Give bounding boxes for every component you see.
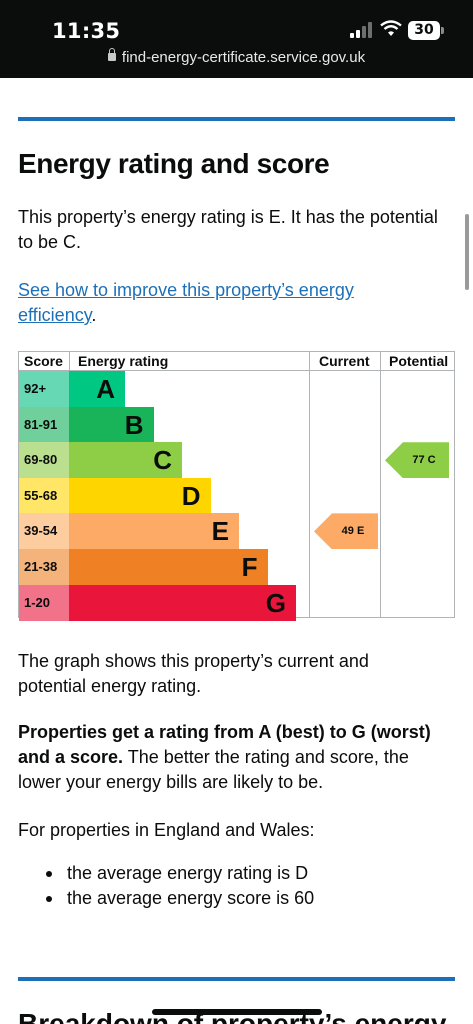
rating-letter: E	[211, 516, 229, 547]
rating-letter: G	[265, 587, 286, 618]
graph-description: The graph shows this property’s current …	[18, 651, 369, 696]
scrollbar[interactable]	[465, 214, 469, 290]
cellular-signal-icon	[350, 22, 372, 38]
rating-letter: C	[153, 445, 172, 476]
list-item: the average energy score is 60	[18, 886, 314, 911]
rating-band-e: E	[69, 513, 239, 550]
intro-paragraph: This property’s energy rating is E. It h…	[18, 207, 438, 252]
rating-band-d: D	[69, 477, 211, 514]
wifi-icon	[380, 20, 402, 36]
column-divider	[309, 352, 310, 617]
url-text: find-energy-certificate.service.gov.uk	[121, 49, 366, 66]
rating-band-b: B	[69, 406, 154, 443]
score-range-g: 1-20	[19, 584, 69, 621]
home-indicator[interactable]	[152, 1009, 322, 1015]
score-range-b: 81-91	[19, 406, 69, 443]
rating-letter: A	[96, 374, 115, 404]
current-rating-marker: 49 E	[314, 513, 378, 550]
status-time: 11:35	[52, 19, 121, 43]
address-bar[interactable]: find-energy-certificate.service.gov.uk	[0, 48, 473, 66]
rating-band-a: A	[69, 371, 125, 407]
average-list: the average energy rating is D the avera…	[18, 861, 314, 911]
improve-efficiency-link[interactable]: See how to improve this property’s energ…	[18, 280, 354, 300]
rating-letter: F	[241, 552, 258, 582]
score-range-a: 92+	[19, 371, 69, 407]
header-score: Score	[24, 353, 63, 369]
rating-band-g: G	[69, 584, 296, 621]
column-divider	[380, 352, 381, 617]
rating-band-c: C	[69, 442, 182, 479]
rating-band-f: F	[69, 549, 268, 585]
header-energy-rating: Energy rating	[78, 353, 169, 369]
improve-link-paragraph: See how to improve this property’s energ…	[18, 280, 354, 325]
section-rule-bottom	[18, 977, 455, 981]
improve-efficiency-link-cont[interactable]: efficiency	[18, 305, 91, 325]
list-item: the average energy rating is D	[18, 861, 314, 886]
score-range-f: 21-38	[19, 549, 69, 585]
rating-letter: D	[181, 480, 201, 511]
header-current: Current	[319, 353, 370, 369]
score-range-e: 39-54	[19, 513, 69, 550]
battery-tip	[441, 27, 444, 34]
status-bar: 11:35 30 find-energy-certificate.service…	[0, 0, 473, 78]
section-heading: Energy rating and score	[18, 148, 330, 179]
score-range-c: 69-80	[19, 442, 69, 479]
energy-rating-chart: Score Energy rating Current Potential 92…	[18, 351, 455, 621]
rating-explanation: Properties get a rating from A (best) to…	[18, 722, 431, 792]
lock-icon	[107, 48, 116, 61]
section-rule-top	[18, 117, 455, 121]
potential-rating-marker: 77 C	[385, 442, 449, 479]
score-range-d: 55-68	[19, 477, 69, 514]
england-wales-intro: For properties in England and Wales:	[18, 820, 315, 840]
header-potential: Potential	[389, 353, 449, 369]
rating-letter: B	[124, 409, 144, 440]
battery-icon: 30	[408, 21, 440, 40]
